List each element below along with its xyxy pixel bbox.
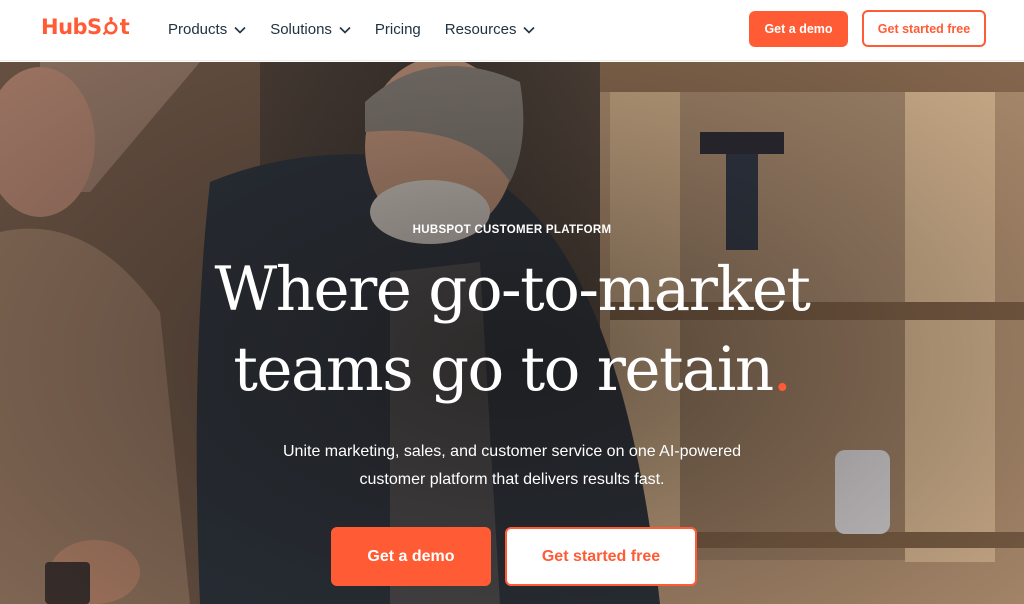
chevron-down-icon (234, 21, 246, 38)
hero-subhead: Unite marketing, sales, and customer ser… (282, 443, 741, 488)
nav-resources-label: Resources (444, 20, 517, 38)
nav-solutions-label: Solutions (270, 20, 332, 38)
hero-headline-line2: teams go to retain (233, 334, 774, 405)
hero-eyebrow: HUBSPOT CUSTOMER PLATFORM (412, 224, 612, 236)
nav-resources[interactable]: Resources (445, 17, 536, 41)
hero-get-started-free-button[interactable]: Get started free (505, 527, 697, 586)
nav-pricing[interactable]: Pricing (375, 17, 421, 41)
hero-headline-period: . (772, 334, 792, 405)
main-nav: Products Solutions Pricing Resources (168, 17, 559, 41)
logo-text-part2: t (119, 14, 130, 39)
header-get-demo-button[interactable]: Get a demo (749, 11, 848, 47)
header-get-started-free-button[interactable]: Get started free (862, 10, 986, 47)
site-header: HubS t Products Solutions Pricing Resour… (0, 0, 1024, 61)
logo-text-part1: HubS (41, 14, 102, 39)
nav-products[interactable]: Products (168, 17, 246, 41)
nav-products-label: Products (168, 20, 228, 38)
hubspot-logo[interactable]: HubS t (41, 14, 130, 44)
hero-headline-line1: Where go-to-market (214, 254, 811, 325)
sprocket-icon (102, 16, 120, 44)
nav-solutions[interactable]: Solutions (270, 17, 351, 41)
chevron-down-icon (523, 21, 536, 38)
hero-section: HUBSPOT CUSTOMER PLATFORM Where go-to-ma… (0, 62, 1024, 604)
hero-get-demo-button[interactable]: Get a demo (331, 527, 491, 586)
nav-pricing-label: Pricing (374, 20, 421, 38)
hero-headline: Where go-to-market teams go to retain. (0, 250, 1024, 410)
chevron-down-icon (339, 21, 351, 38)
